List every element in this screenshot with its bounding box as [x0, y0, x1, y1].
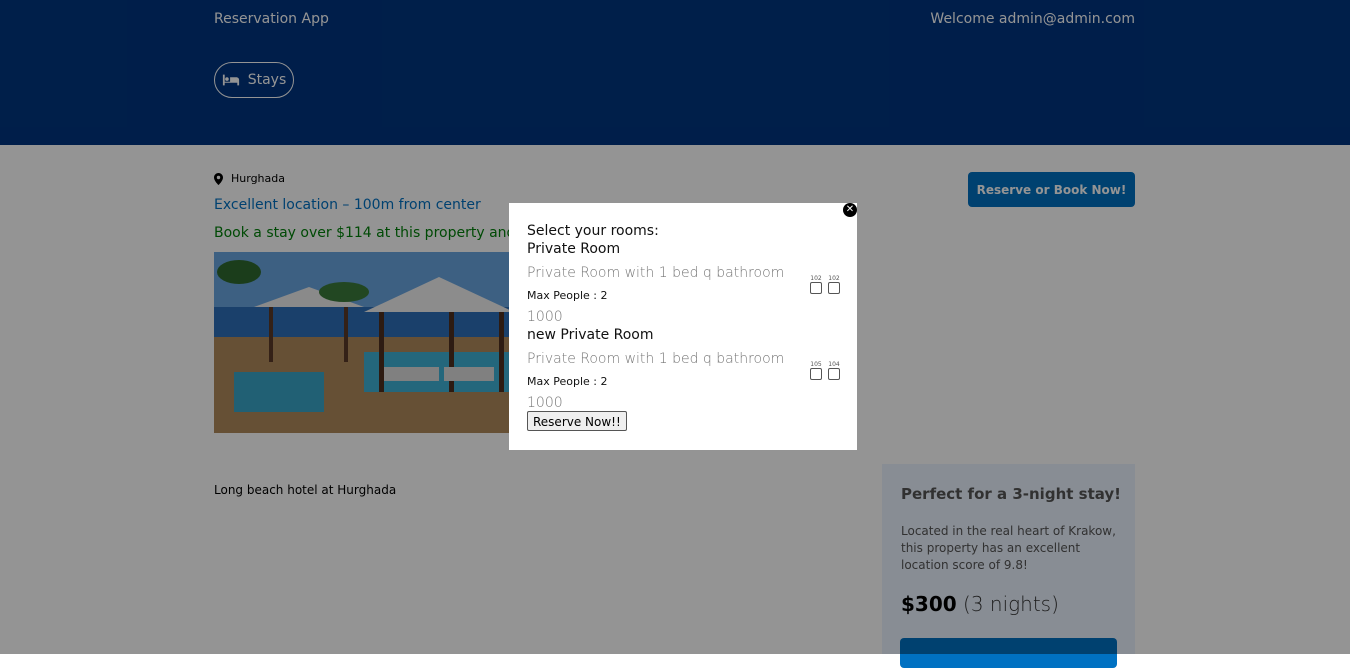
- room-number-label: 102: [810, 275, 822, 282]
- room-selection-modal: ✕ Select your rooms: Private Room Privat…: [509, 203, 857, 450]
- room-name: Private Room: [527, 241, 621, 257]
- room-number-option[interactable]: 105: [809, 361, 823, 380]
- reserve-now-button[interactable]: Reserve Now!!: [527, 411, 627, 431]
- room-checkbox[interactable]: [828, 368, 840, 380]
- room-checkbox[interactable]: [810, 368, 822, 380]
- room-number-label: 104: [828, 361, 840, 368]
- room-number-checkboxes: 102 102: [809, 275, 841, 294]
- room-number-option[interactable]: 104: [827, 361, 841, 380]
- close-icon[interactable]: ✕: [843, 203, 857, 217]
- room-max-people: Max People : 2: [527, 289, 608, 302]
- room-number-option[interactable]: 102: [827, 275, 841, 294]
- room-number-option[interactable]: 102: [809, 275, 823, 294]
- room-max-people: Max People : 2: [527, 375, 608, 388]
- room-description: Private Room with 1 bed q bathroom: [527, 351, 785, 367]
- room-number-label: 105: [810, 361, 822, 368]
- room-price: 1000: [527, 309, 563, 325]
- room-checkbox[interactable]: [828, 282, 840, 294]
- room-checkbox[interactable]: [810, 282, 822, 294]
- room-number-label: 102: [828, 275, 840, 282]
- room-number-checkboxes: 105 104: [809, 361, 841, 380]
- modal-title: Select your rooms:: [527, 223, 659, 239]
- room-name: new Private Room: [527, 327, 654, 343]
- room-price: 1000: [527, 395, 563, 411]
- room-description: Private Room with 1 bed q bathroom: [527, 265, 785, 281]
